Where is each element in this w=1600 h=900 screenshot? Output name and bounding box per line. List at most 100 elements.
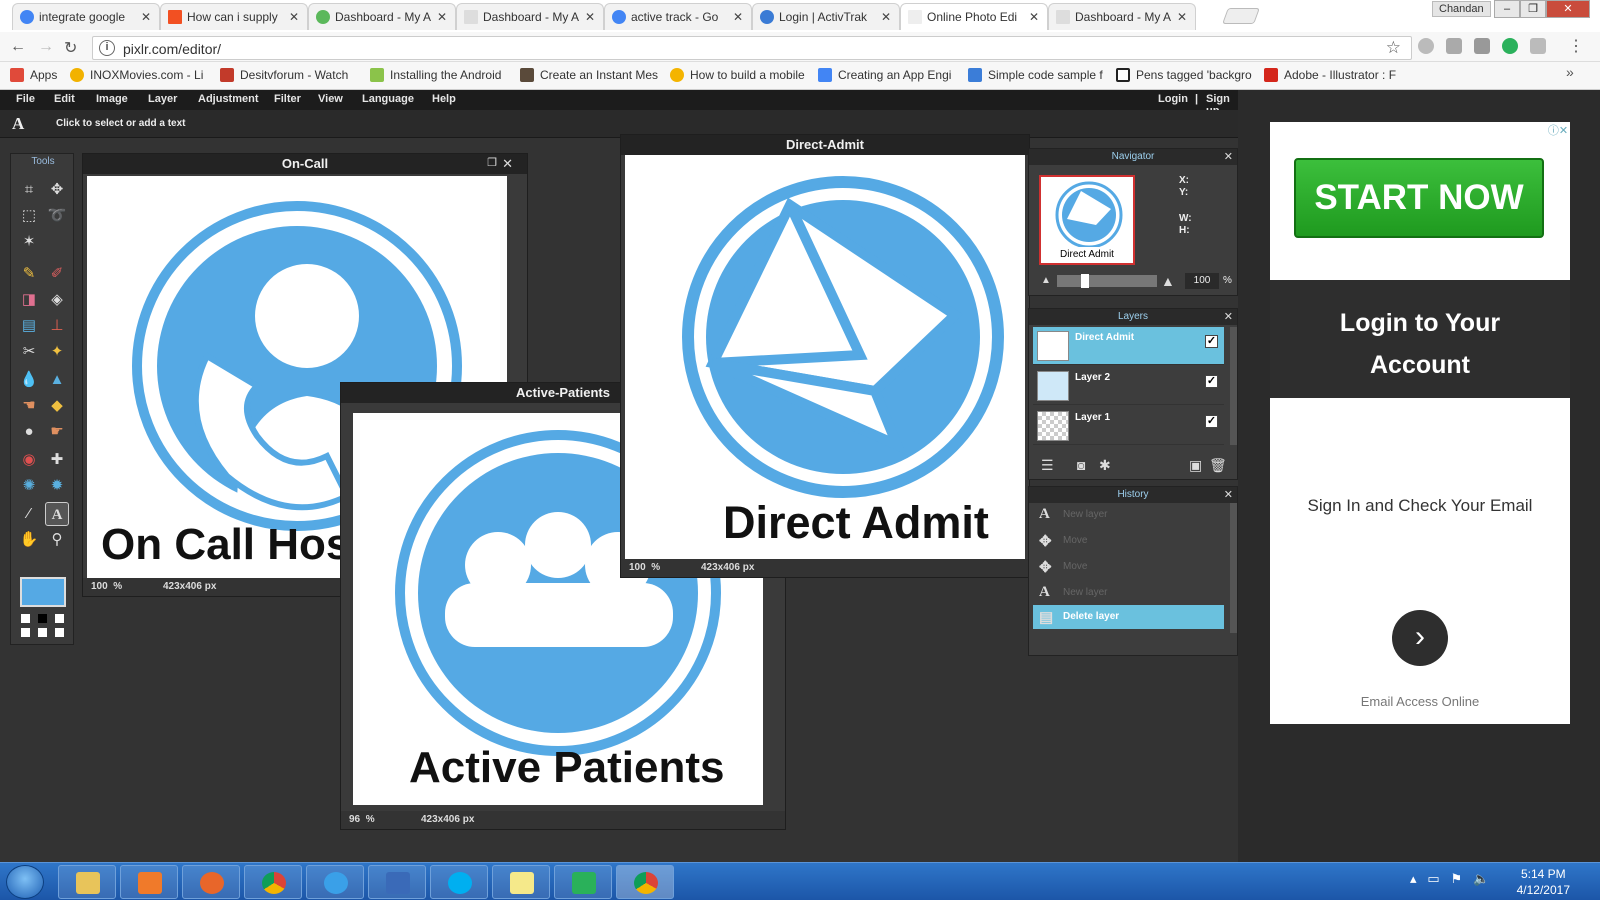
taskbar-chrome[interactable] xyxy=(244,865,302,899)
layer-name[interactable]: Layer 1 xyxy=(1075,412,1110,423)
layer-row[interactable]: Direct Admit ✓ xyxy=(1033,327,1224,365)
bookmark-apps[interactable]: Apps xyxy=(10,68,57,82)
layers-scrollbar[interactable] xyxy=(1230,327,1237,445)
smudge-icon[interactable]: ☚ xyxy=(17,394,41,418)
bookmark-item[interactable]: How to build a mobile xyxy=(670,68,805,82)
zoom-input[interactable]: 100 xyxy=(1185,273,1219,289)
browser-tab[interactable]: Dashboard - My A ✕ xyxy=(456,3,604,30)
brush-icon[interactable]: ✐ xyxy=(45,262,69,286)
g-extension-icon[interactable] xyxy=(1446,38,1462,54)
login-banner[interactable]: Login to Your Account xyxy=(1270,280,1570,398)
menu-filter[interactable]: Filter xyxy=(274,93,301,105)
history-item-selected[interactable]: ▤ Delete layer xyxy=(1033,605,1224,629)
bookmark-item[interactable]: Simple code sample f xyxy=(968,68,1103,82)
layer-visibility-checkbox[interactable]: ✓ xyxy=(1205,375,1218,388)
zoom-slider-handle[interactable] xyxy=(1081,274,1089,288)
close-icon[interactable]: ✕ xyxy=(1224,488,1233,501)
info-icon[interactable]: i xyxy=(99,40,115,56)
ad-choices-icon[interactable]: ⓘ✕ xyxy=(1546,122,1570,137)
close-tab-icon[interactable]: ✕ xyxy=(733,10,743,24)
bookmark-star-icon[interactable]: ☆ xyxy=(1386,38,1401,58)
zoom-in-icon[interactable]: ▲ xyxy=(1161,273,1175,289)
bookmark-item[interactable]: INOXMovies.com - Li xyxy=(70,68,203,82)
dodge-icon[interactable]: ● xyxy=(17,420,41,444)
minimize-button[interactable]: – xyxy=(1494,0,1520,18)
close-icon[interactable]: ✕ xyxy=(1224,310,1233,323)
close-tab-icon[interactable]: ✕ xyxy=(1029,10,1039,24)
close-tab-icon[interactable]: ✕ xyxy=(1177,10,1187,24)
bookmark-item[interactable]: Pens tagged 'backgro xyxy=(1116,68,1252,82)
burn-icon[interactable]: ☛ xyxy=(45,420,69,444)
advertisement[interactable]: ⓘ✕ START NOW Login to Your Account Sign … xyxy=(1270,122,1570,724)
bookmark-item[interactable]: Create an Instant Mes xyxy=(520,68,658,82)
lasso-icon[interactable]: ➰ xyxy=(45,204,69,228)
reload-icon[interactable]: ↻ xyxy=(64,38,77,58)
hand-icon[interactable]: ✋ xyxy=(17,528,41,552)
url-text[interactable]: pixlr.com/editor/ xyxy=(123,41,221,57)
move-icon[interactable]: ✥ xyxy=(45,178,69,202)
pinch-icon[interactable]: ✹ xyxy=(45,474,69,498)
close-tab-icon[interactable]: ✕ xyxy=(437,10,447,24)
swatch-white[interactable] xyxy=(55,614,64,623)
bookmark-item[interactable]: Desitvforum - Watch xyxy=(220,68,348,82)
sponge-icon[interactable]: ◆ xyxy=(45,394,69,418)
history-scrollbar[interactable] xyxy=(1230,503,1237,633)
menu-adjustment[interactable]: Adjustment xyxy=(198,93,259,105)
url-bar[interactable]: i pixlr.com/editor/ ☆ xyxy=(92,36,1412,60)
window-title[interactable]: On-Call xyxy=(83,154,527,174)
eraser-icon[interactable]: ◨ xyxy=(17,288,41,312)
system-tray[interactable]: ▴ ▭ ⚑ 🔈 xyxy=(1410,871,1489,887)
windows-start-icon[interactable] xyxy=(6,865,44,899)
layer-name[interactable]: Layer 2 xyxy=(1075,372,1110,383)
window-close-button[interactable]: ✕ xyxy=(1546,0,1590,18)
menu-help[interactable]: Help xyxy=(432,93,456,105)
bookmark-item[interactable]: Creating an App Engi xyxy=(818,68,951,82)
swatch-black[interactable] xyxy=(38,614,47,623)
taskbar-explorer[interactable] xyxy=(58,865,116,899)
magic-wand-icon[interactable]: ✶ xyxy=(17,230,41,254)
sharpen-icon[interactable]: ▲ xyxy=(45,368,69,392)
browser-tab[interactable]: Login | ActivTrak ✕ xyxy=(752,3,900,30)
type-tool-icon[interactable]: A xyxy=(45,502,69,526)
red-eye-icon[interactable]: ◉ xyxy=(17,448,41,472)
profile-name[interactable]: Chandan xyxy=(1432,1,1491,17)
bloat-icon[interactable]: ✺ xyxy=(17,474,41,498)
close-tab-icon[interactable]: ✕ xyxy=(141,10,151,24)
navigator-thumbnail[interactable]: Direct Admit xyxy=(1039,175,1135,265)
layer-mask-icon[interactable]: ◙ xyxy=(1077,457,1085,473)
taskbar-network[interactable] xyxy=(368,865,426,899)
start-now-button[interactable]: START NOW xyxy=(1294,158,1544,238)
menu-language[interactable]: Language xyxy=(362,93,414,105)
foreground-color-swatch[interactable] xyxy=(20,577,66,607)
image-canvas[interactable]: Direct Admit xyxy=(625,155,1025,559)
swatch-white[interactable] xyxy=(55,628,64,637)
browser-tab[interactable]: Dashboard - My A ✕ xyxy=(1048,3,1196,30)
maximize-button[interactable]: ❐ xyxy=(1520,0,1546,18)
history-item[interactable]: A New layer xyxy=(1033,581,1224,605)
zoom-value[interactable]: 100 % xyxy=(91,581,122,592)
taskbar-media[interactable] xyxy=(120,865,178,899)
new-layer-icon[interactable]: ▣ xyxy=(1189,457,1202,474)
menu-image[interactable]: Image xyxy=(96,93,128,105)
menu-edit[interactable]: Edit xyxy=(54,93,75,105)
layer-row[interactable]: Layer 1 ✓ xyxy=(1033,407,1224,445)
taskbar-ie[interactable] xyxy=(306,865,364,899)
new-tab-button[interactable] xyxy=(1222,8,1260,24)
globe-extension-icon[interactable] xyxy=(1418,38,1434,54)
gradient-icon[interactable]: ▤ xyxy=(17,314,41,338)
close-icon[interactable]: ✕ xyxy=(502,156,513,172)
bucket-icon[interactable]: ◈ xyxy=(45,288,69,312)
pencil-icon[interactable]: ✎ xyxy=(17,262,41,286)
taskbar-visual-studio[interactable] xyxy=(554,865,612,899)
swatch-white[interactable] xyxy=(21,614,30,623)
marquee-icon[interactable]: ⬚ xyxy=(17,204,41,228)
browser-tab[interactable]: active track - Go ✕ xyxy=(604,3,752,30)
back-icon[interactable]: ← xyxy=(10,38,26,56)
chevron-right-icon[interactable]: › xyxy=(1392,610,1448,666)
upload-extension-icon[interactable] xyxy=(1530,38,1546,54)
close-tab-icon[interactable]: ✕ xyxy=(289,10,299,24)
color-picker-icon[interactable]: ⁄ xyxy=(17,502,41,526)
bookmark-item[interactable]: Installing the Android xyxy=(370,68,501,82)
taskbar-firefox[interactable] xyxy=(182,865,240,899)
browser-tab[interactable]: integrate google ✕ xyxy=(12,3,160,30)
